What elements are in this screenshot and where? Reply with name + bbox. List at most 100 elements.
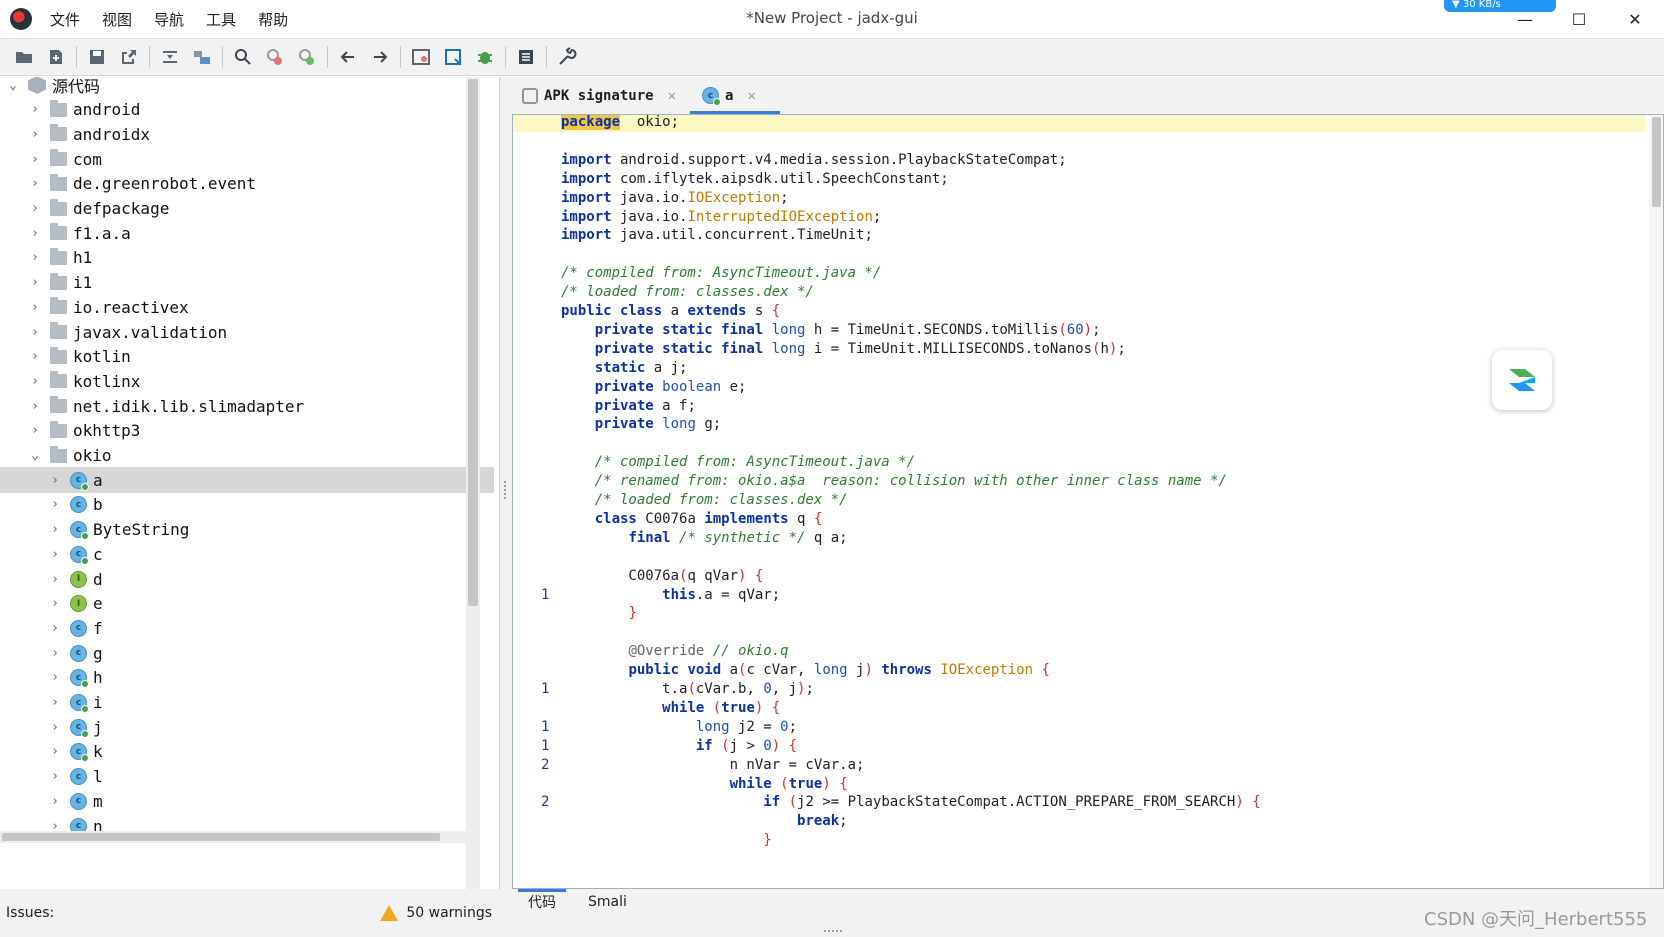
sync-editor-button[interactable] [154, 42, 186, 72]
chevron-right-icon[interactable]: › [28, 300, 42, 315]
tree-item-package[interactable]: › kotlin [0, 344, 494, 370]
tree-hscroll-thumb[interactable] [2, 833, 440, 841]
forward-button[interactable] [364, 42, 396, 72]
tree-item-package[interactable]: › de.greenrobot.event [0, 171, 494, 197]
chevron-right-icon[interactable]: › [28, 349, 42, 364]
debugger-button[interactable] [469, 42, 501, 72]
splitter-grip[interactable] [504, 481, 507, 499]
tree-scroll-thumb[interactable] [468, 79, 478, 606]
tree-item-class[interactable]: › c k [0, 739, 494, 765]
chevron-right-icon[interactable]: › [48, 497, 62, 512]
tree-item-package[interactable]: › javax.validation [0, 319, 494, 345]
maximize-button[interactable]: ☐ [1552, 0, 1606, 38]
tree-item-package[interactable]: › android [0, 97, 494, 123]
tab-class-a[interactable]: c a ✕ [690, 77, 780, 114]
chevron-down-icon[interactable]: ⌄ [6, 78, 20, 93]
tab-apk-signature[interactable]: APK signature ✕ [512, 77, 692, 114]
quark-button[interactable] [437, 42, 469, 72]
chevron-right-icon[interactable]: › [28, 250, 42, 265]
menu-view[interactable]: 视图 [102, 9, 132, 30]
chevron-right-icon[interactable]: › [28, 152, 42, 167]
chevron-right-icon[interactable]: › [48, 621, 62, 636]
bottom-splitter-grip[interactable] [824, 930, 842, 934]
add-files-button[interactable] [40, 42, 72, 72]
chevron-right-icon[interactable]: › [48, 646, 62, 661]
chevron-right-icon[interactable]: › [48, 670, 62, 685]
tree-item-class[interactable]: › c j [0, 714, 494, 740]
tree-item-class[interactable]: › c i [0, 690, 494, 716]
chevron-right-icon[interactable]: › [28, 176, 42, 191]
menu-help[interactable]: 帮助 [258, 9, 288, 30]
chevron-right-icon[interactable]: › [28, 374, 42, 389]
tree-item-package[interactable]: › kotlinx [0, 368, 494, 394]
close-window-button[interactable]: ✕ [1608, 0, 1662, 38]
chevron-right-icon[interactable]: › [28, 423, 42, 438]
tree-item-package[interactable]: › i1 [0, 270, 494, 296]
flatten-packages-button[interactable] [186, 42, 218, 72]
tree-item-class[interactable]: › c ByteString [0, 517, 494, 543]
chevron-right-icon[interactable]: › [48, 720, 62, 735]
code-editor[interactable]: package okio; import android.support.v4.m… [512, 114, 1664, 889]
chevron-right-icon[interactable]: › [28, 325, 42, 340]
tree-horizontal-scrollbar[interactable] [0, 831, 466, 843]
chevron-right-icon[interactable]: › [48, 596, 62, 611]
menu-file[interactable]: 文件 [50, 9, 80, 30]
tree-item-class[interactable]: › Id [0, 566, 494, 592]
search-button[interactable] [227, 42, 259, 72]
tree-item-class[interactable]: › c l [0, 764, 494, 790]
chevron-down-icon[interactable]: ⌄ [28, 448, 42, 463]
warnings-indicator[interactable]: 50 warnings [380, 905, 492, 921]
chevron-right-icon[interactable]: › [48, 695, 62, 710]
export-button[interactable] [113, 42, 145, 72]
chevron-right-icon[interactable]: › [48, 473, 62, 488]
chevron-right-icon[interactable]: › [48, 744, 62, 759]
menu-navigation[interactable]: 导航 [154, 9, 184, 30]
tree-item-class[interactable]: › c m [0, 788, 494, 814]
chevron-right-icon[interactable]: › [28, 275, 42, 290]
editor-scroll-thumb[interactable] [1652, 117, 1661, 207]
tree-item-package[interactable]: ⌄ okio [0, 443, 494, 469]
editor-vertical-scrollbar[interactable] [1649, 115, 1663, 888]
tree-item-class[interactable]: › Ie [0, 591, 494, 617]
tree-item-class[interactable]: › c g [0, 640, 494, 666]
menu-tools[interactable]: 工具 [206, 9, 236, 30]
tree-item-class[interactable]: › c h [0, 665, 494, 691]
tree-vertical-scrollbar[interactable] [466, 77, 480, 889]
chevron-right-icon[interactable]: › [28, 127, 42, 142]
open-file-button[interactable] [8, 42, 40, 72]
log-viewer-button[interactable] [510, 42, 542, 72]
chevron-right-icon[interactable]: › [48, 547, 62, 562]
panel-splitter[interactable] [500, 77, 512, 889]
preferences-button[interactable] [551, 42, 583, 72]
chevron-right-icon[interactable]: › [28, 226, 42, 241]
tree-item-package[interactable]: › net.idik.lib.slimadapter [0, 393, 494, 419]
find-class-button[interactable] [259, 42, 291, 72]
deobfuscation-button[interactable] [405, 42, 437, 72]
tree-item-class[interactable]: › c a [0, 467, 494, 494]
chevron-right-icon[interactable]: › [48, 522, 62, 537]
tree-item-package[interactable]: › defpackage [0, 196, 494, 222]
chevron-right-icon[interactable]: › [28, 399, 42, 414]
find-usage-button[interactable] [291, 42, 323, 72]
tab-code-view[interactable]: 代码 [512, 889, 572, 915]
tab-smali-view[interactable]: Smali [572, 889, 643, 915]
tree-item-class[interactable]: › c b [0, 492, 494, 518]
chevron-right-icon[interactable]: › [48, 769, 62, 784]
tree-item-package[interactable]: › h1 [0, 245, 494, 271]
minimize-button[interactable]: — [1498, 0, 1552, 38]
chevron-right-icon[interactable]: › [28, 102, 42, 117]
tree-item-class[interactable]: › c f [0, 615, 494, 641]
tree-item-source-root[interactable]: ⌄ 源代码 [0, 77, 494, 98]
tree-item-package[interactable]: › f1.a.a [0, 220, 494, 246]
tree-item-package[interactable]: › androidx [0, 121, 494, 147]
tree-item-package[interactable]: › com [0, 146, 494, 172]
close-tab-icon[interactable]: ✕ [668, 88, 676, 104]
close-tab-icon[interactable]: ✕ [747, 88, 755, 104]
chevron-right-icon[interactable]: › [48, 794, 62, 809]
save-all-button[interactable] [81, 42, 113, 72]
floating-assistant-icon[interactable] [1492, 350, 1552, 410]
tree-item-package[interactable]: › okhttp3 [0, 418, 494, 444]
back-button[interactable] [332, 42, 364, 72]
tree-item-class[interactable]: › c c [0, 541, 494, 567]
chevron-right-icon[interactable]: › [48, 572, 62, 587]
